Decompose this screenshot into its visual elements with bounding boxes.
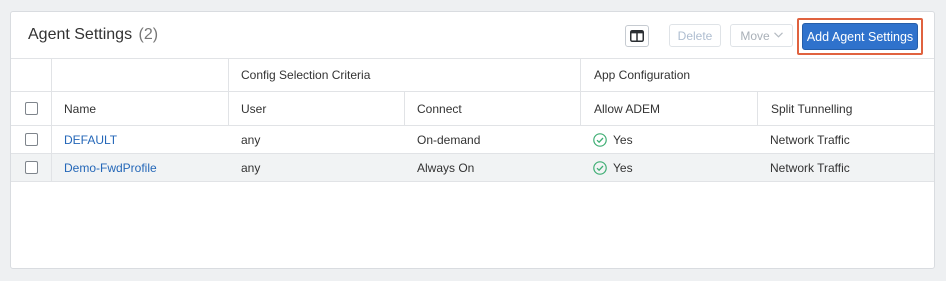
title-text: Agent Settings <box>28 26 133 43</box>
group-config-criteria: Config Selection Criteria <box>228 59 580 91</box>
group-header-row: Config Selection Criteria App Configurat… <box>11 59 934 92</box>
cell-name: DEFAULT <box>51 126 228 153</box>
row-name-link[interactable]: Demo-FwdProfile <box>64 161 157 175</box>
group-config-label: Config Selection Criteria <box>241 68 371 82</box>
column-header-row: Name User Connect Allow ADEM Split Tunne… <box>11 92 934 126</box>
cell-user: any <box>241 160 261 175</box>
cell-split-tunnelling: Network Traffic <box>770 160 850 175</box>
group-app-configuration: App Configuration <box>580 59 934 91</box>
column-connect-label: Connect <box>417 101 462 116</box>
cell-allow-adem: Yes <box>580 154 757 181</box>
group-app-label: App Configuration <box>594 68 691 82</box>
add-agent-settings-button[interactable]: Add Agent Settings <box>802 23 918 50</box>
cell-connect: Always On <box>417 160 475 175</box>
column-header-name[interactable]: Name <box>51 92 228 125</box>
table-row[interactable]: Demo-FwdProfile any Always On Yes Networ… <box>11 154 934 182</box>
move-dropdown[interactable]: Move <box>730 24 793 47</box>
empty-table-area <box>11 182 934 278</box>
agent-settings-panel: Agent Settings (2) Delete Move Add Agent… <box>10 11 935 269</box>
check-circle-icon <box>593 160 607 175</box>
cell-name: Demo-FwdProfile <box>51 154 228 181</box>
group-spacer-name <box>51 59 228 91</box>
item-count: (2) <box>138 26 159 43</box>
group-spacer-check <box>11 59 51 91</box>
add-button-highlight: Add Agent Settings <box>797 18 923 55</box>
column-header-user[interactable]: User <box>228 92 404 125</box>
settings-table: Config Selection Criteria App Configurat… <box>11 59 934 278</box>
panel-header: Agent Settings (2) Delete Move Add Agent… <box>11 12 934 59</box>
row-checkbox[interactable] <box>24 133 38 146</box>
table-row[interactable]: DEFAULT any On-demand Yes Network Traffi… <box>11 126 934 154</box>
cell-connect: On-demand <box>417 132 481 147</box>
check-circle-icon <box>593 132 607 147</box>
allow-adem-value: Yes <box>613 132 633 147</box>
column-header-allow-adem[interactable]: Allow ADEM <box>580 92 757 125</box>
row-select-cell <box>11 154 51 181</box>
row-checkbox[interactable] <box>24 161 38 174</box>
column-name-label: Name <box>64 101 97 116</box>
cell-user: any <box>241 132 261 147</box>
cell-allow-adem: Yes <box>580 126 757 153</box>
column-allow-adem-label: Allow ADEM <box>594 101 661 116</box>
column-header-connect[interactable]: Connect <box>404 92 580 125</box>
row-name-link[interactable]: DEFAULT <box>64 133 117 147</box>
cell-split-tunnelling: Network Traffic <box>770 132 850 147</box>
select-all-cell <box>11 92 51 125</box>
column-header-split-tunnelling[interactable]: Split Tunnelling <box>757 92 934 125</box>
column-user-label: User <box>241 101 267 116</box>
move-label: Move <box>740 28 770 43</box>
column-split-label: Split Tunnelling <box>771 101 853 116</box>
delete-button[interactable]: Delete <box>669 24 721 47</box>
columns-icon <box>630 30 644 42</box>
row-select-cell <box>11 126 51 153</box>
column-settings-button[interactable] <box>625 25 649 47</box>
page-title: Agent Settings (2) <box>28 26 158 44</box>
allow-adem-value: Yes <box>613 160 633 175</box>
chevron-down-icon <box>773 30 783 41</box>
select-all-checkbox[interactable] <box>24 102 38 115</box>
